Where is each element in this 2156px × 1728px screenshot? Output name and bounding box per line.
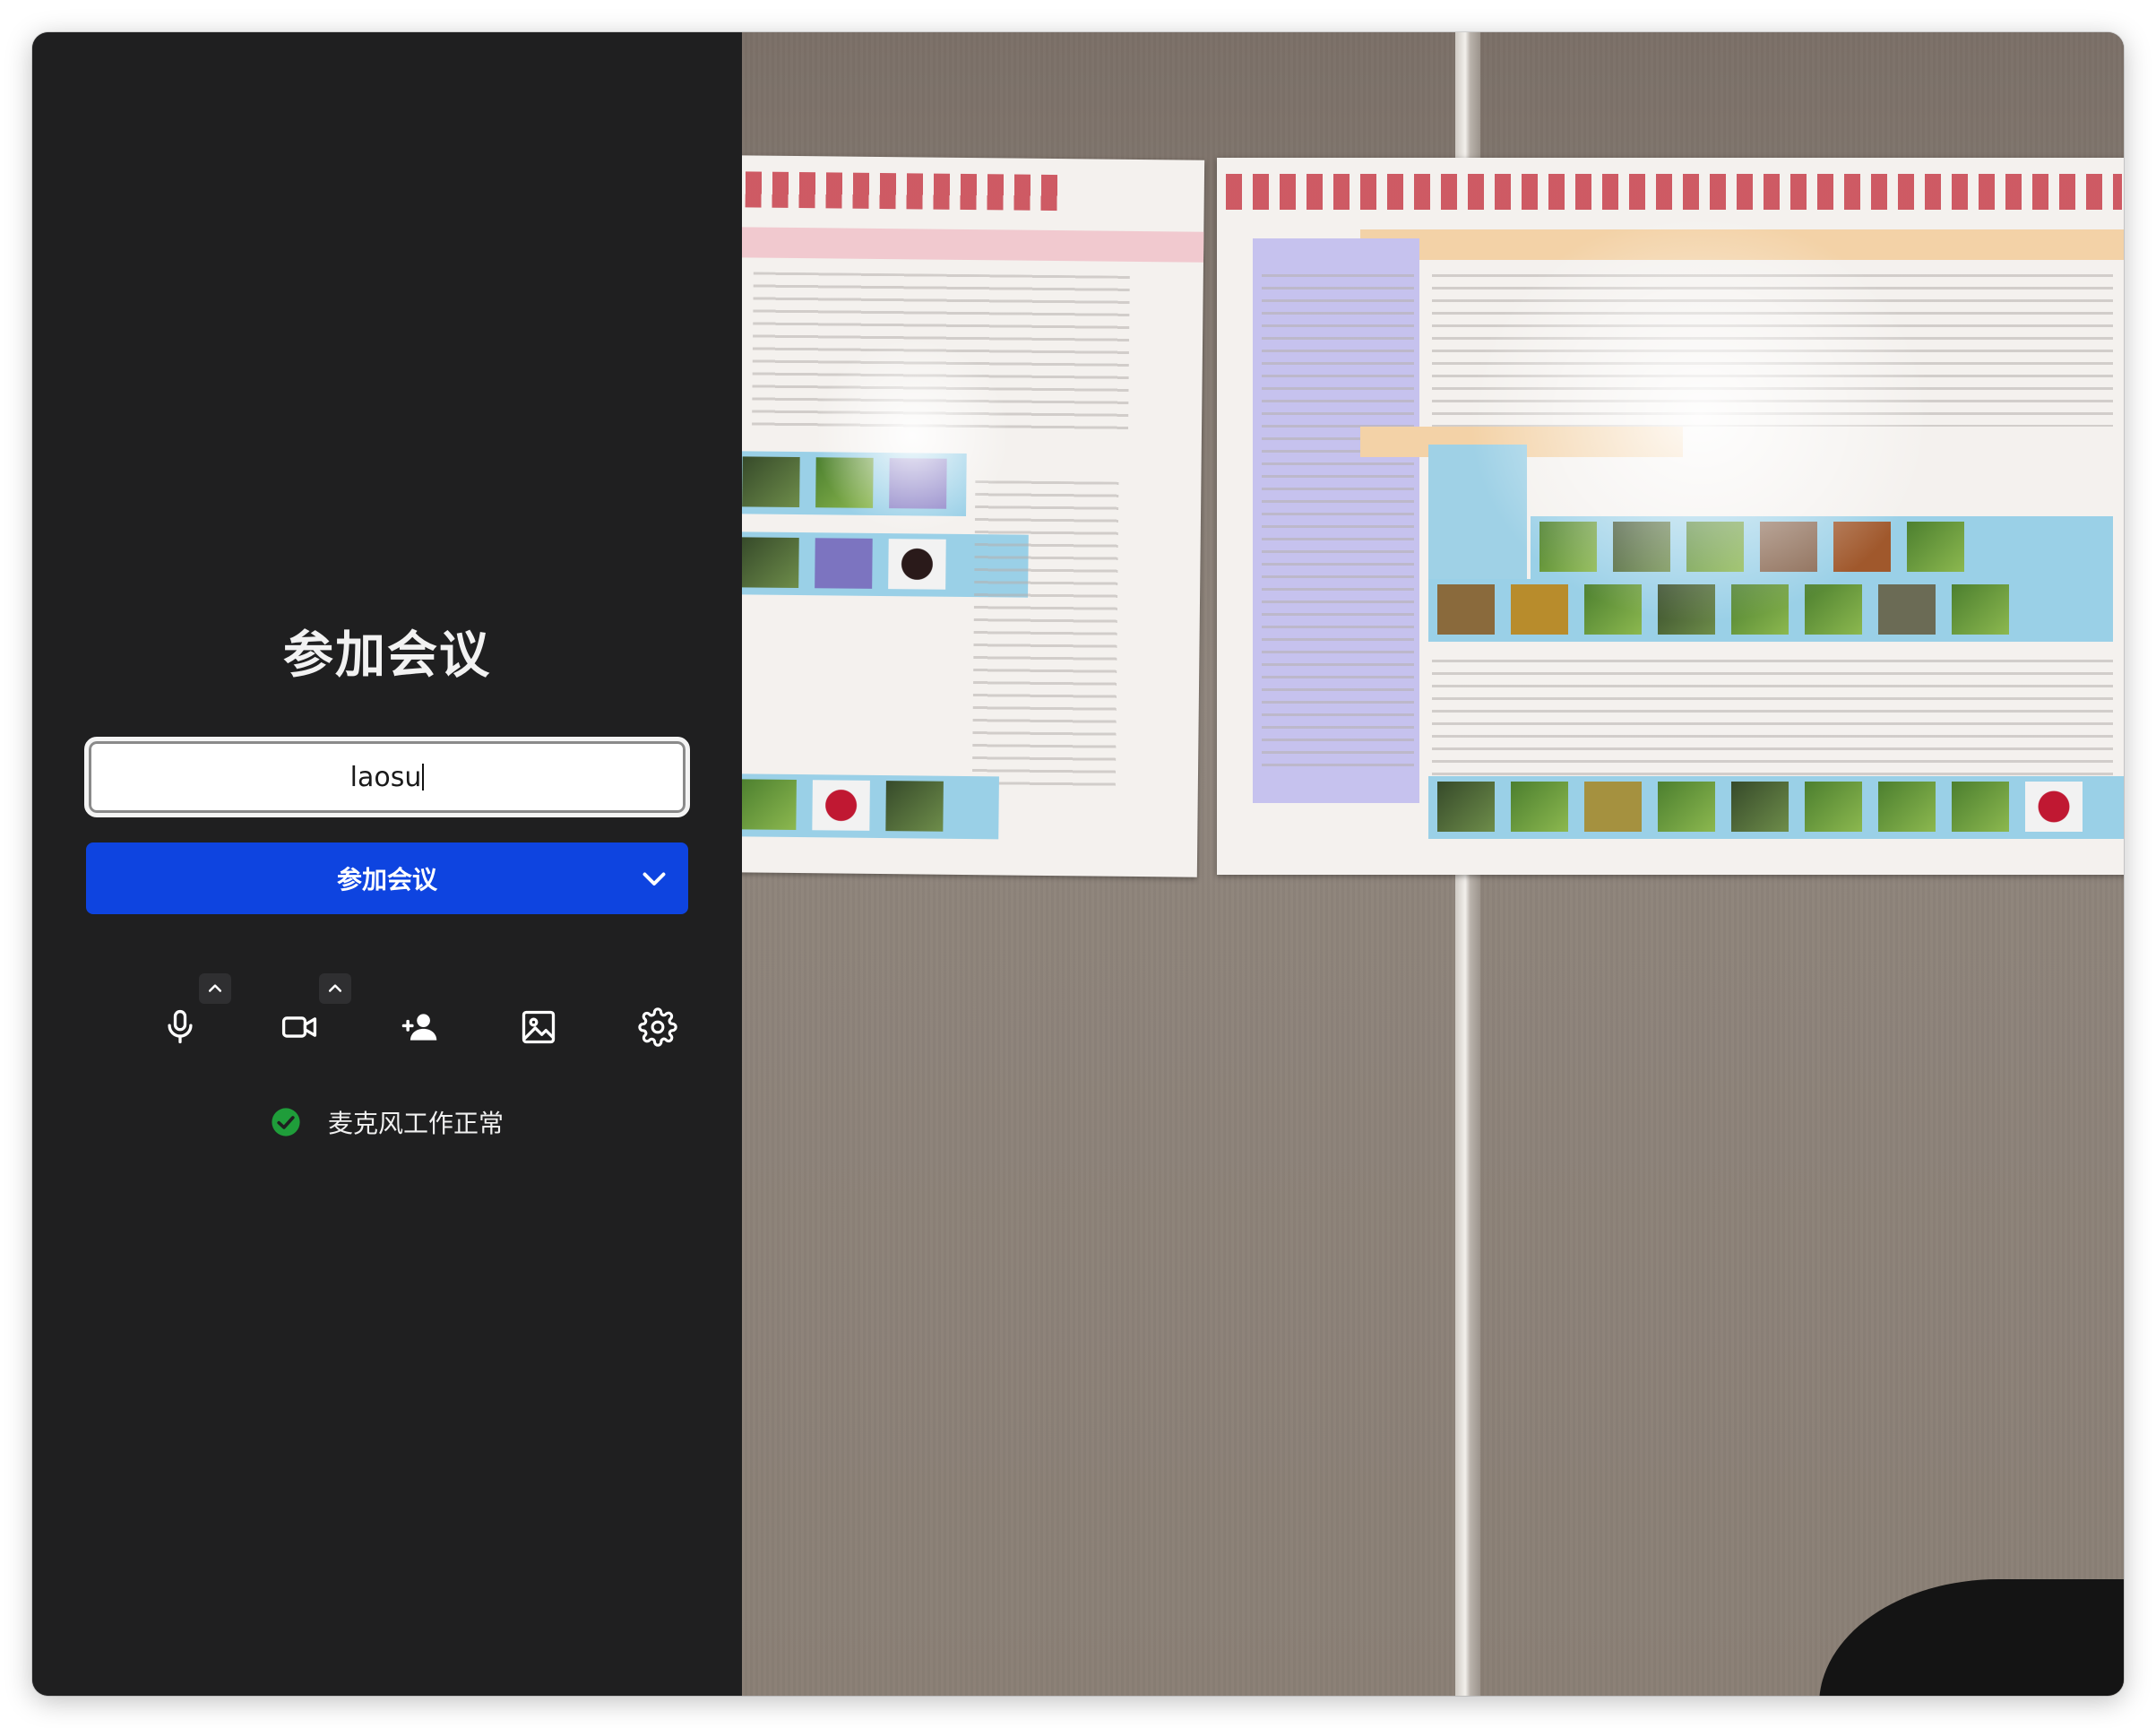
- preview-poster-right: [1217, 158, 2124, 875]
- page-title: 参加会议: [283, 626, 491, 685]
- chevron-up-icon: [328, 984, 342, 992]
- join-meeting-label: 参加会议: [336, 865, 437, 894]
- mic-status: 麦克风工作正常: [32, 1104, 742, 1140]
- background-button[interactable]: [503, 991, 574, 1063]
- chevron-up-icon: [208, 984, 222, 992]
- join-meeting-button[interactable]: 参加会议: [86, 842, 688, 914]
- device-toolbar: [32, 973, 742, 1081]
- name-input[interactable]: laosu: [84, 737, 690, 817]
- chevron-down-icon[interactable]: [638, 862, 670, 894]
- prejoin-window: 参加会议 laosu 参加会议 麦克风工作正常: [32, 32, 2124, 1696]
- image-icon: [522, 1010, 556, 1044]
- camera-preview: [742, 32, 2124, 1696]
- text-caret: [422, 764, 425, 791]
- settings-button[interactable]: [622, 991, 694, 1063]
- name-input-value: laosu: [349, 761, 422, 793]
- mic-icon: [168, 1009, 193, 1044]
- mic-options-button[interactable]: [199, 973, 231, 1004]
- invite-button[interactable]: [384, 991, 455, 1063]
- add-person-icon: [401, 1014, 437, 1041]
- preview-glare: [814, 337, 1011, 534]
- check-circle-icon: [272, 1108, 300, 1136]
- join-panel: 参加会议 laosu 参加会议 麦克风工作正常: [32, 32, 742, 1696]
- gear-icon: [638, 1007, 677, 1047]
- video-camera-icon: [281, 1016, 317, 1038]
- camera-options-button[interactable]: [319, 973, 351, 1004]
- mic-status-text: 麦克风工作正常: [327, 1109, 504, 1138]
